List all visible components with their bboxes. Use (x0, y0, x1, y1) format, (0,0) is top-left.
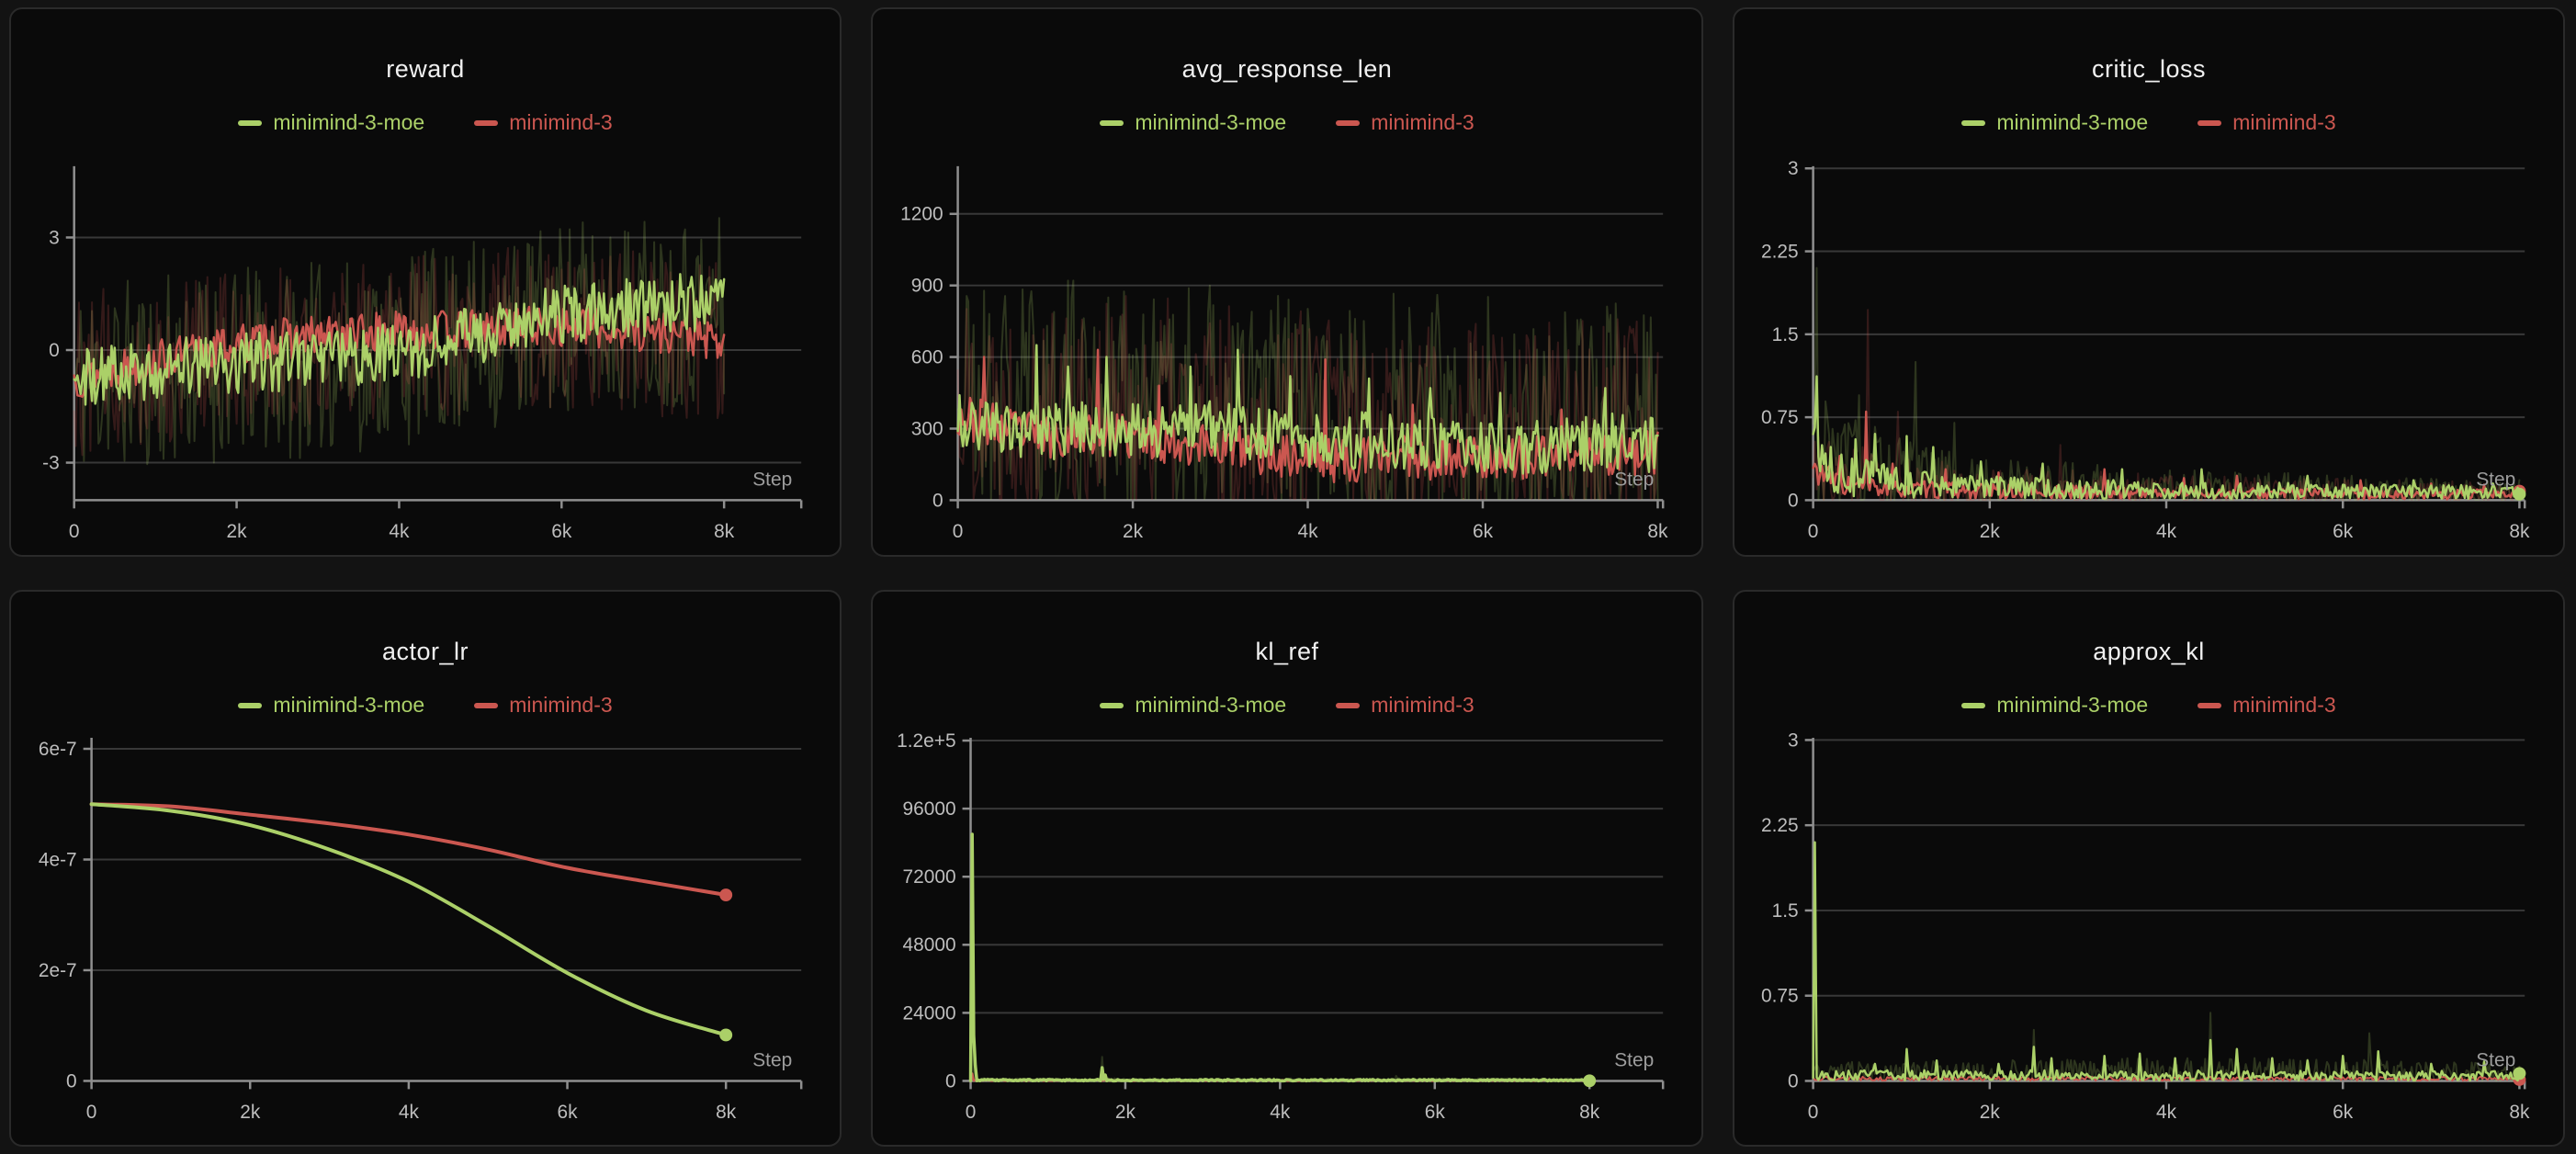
svg-text:0: 0 (49, 340, 60, 361)
svg-text:0.75: 0.75 (1761, 986, 1799, 1007)
svg-text:2.25: 2.25 (1761, 815, 1799, 836)
svg-text:1.5: 1.5 (1772, 900, 1799, 922)
svg-text:0: 0 (66, 1070, 77, 1092)
svg-text:4k: 4k (2156, 521, 2177, 542)
svg-text:4k: 4k (399, 1102, 420, 1123)
svg-text:-3: -3 (42, 453, 60, 474)
svg-text:48000: 48000 (902, 934, 955, 956)
svg-text:0: 0 (966, 1102, 977, 1123)
chart-plot-kl_ref[interactable]: 0 24000 48000 72000 96000 1.2e+5 0 2k 4k 6k 8k Step (873, 592, 1701, 1145)
charts-dashboard-grid: rewardminimind-3-moeminimind-3-30302k4k6… (0, 0, 2576, 1154)
chart-plot-approx_kl[interactable]: 0 0.75 1.5 2.25 3 0 2k 4k 6k 8k Step (1734, 592, 2563, 1145)
svg-text:2.25: 2.25 (1761, 242, 1799, 263)
svg-text:1.5: 1.5 (1772, 324, 1799, 345)
svg-text:0: 0 (86, 1102, 97, 1123)
svg-text:8k: 8k (1579, 1102, 1600, 1123)
svg-text:2k: 2k (240, 1102, 261, 1123)
svg-text:6k: 6k (2333, 1102, 2354, 1123)
svg-text:4k: 4k (1297, 521, 1318, 542)
svg-text:6k: 6k (557, 1102, 578, 1123)
svg-text:8k: 8k (1647, 521, 1668, 542)
svg-text:1200: 1200 (900, 204, 943, 225)
x-axis-label: Step (752, 1050, 792, 1071)
svg-text:2k: 2k (227, 521, 248, 542)
svg-text:300: 300 (911, 418, 943, 439)
svg-text:8k: 8k (2509, 521, 2530, 542)
chart-card-kl_ref: kl_refminimind-3-moeminimind-30240004800… (871, 590, 1703, 1147)
x-axis-label: Step (2476, 470, 2515, 491)
svg-text:6e-7: 6e-7 (39, 739, 77, 760)
svg-text:0: 0 (1808, 1102, 1819, 1123)
svg-text:1.2e+5: 1.2e+5 (897, 730, 956, 752)
svg-text:96000: 96000 (902, 798, 955, 820)
svg-text:6k: 6k (1473, 521, 1494, 542)
svg-text:72000: 72000 (902, 866, 955, 888)
svg-text:2e-7: 2e-7 (39, 960, 77, 981)
svg-text:0.75: 0.75 (1761, 407, 1799, 428)
svg-text:6k: 6k (551, 521, 572, 542)
chart-card-reward: rewardminimind-3-moeminimind-3-30302k4k6… (9, 7, 842, 557)
svg-text:8k: 8k (714, 521, 735, 542)
chart-card-avg_response_len: avg_response_lenminimind-3-moeminimind-3… (871, 7, 1703, 557)
chart-card-critic_loss: critic_lossminimind-3-moeminimind-300.75… (1733, 7, 2565, 557)
chart-plot-actor_lr[interactable]: 0 2e-7 4e-7 6e-7 0 2k 4k 6k 8k Step (11, 592, 840, 1145)
svg-text:3: 3 (1788, 158, 1799, 179)
chart-card-actor_lr: actor_lrminimind-3-moeminimind-302e-74e-… (9, 590, 842, 1147)
svg-text:0: 0 (953, 521, 964, 542)
svg-text:4k: 4k (2156, 1102, 2177, 1123)
svg-text:3: 3 (1788, 730, 1799, 751)
svg-text:0: 0 (69, 521, 80, 542)
svg-text:2k: 2k (1115, 1102, 1136, 1123)
svg-text:3: 3 (49, 227, 60, 248)
svg-text:0: 0 (1808, 521, 1819, 542)
chart-plot-critic_loss[interactable]: 0 0.75 1.5 2.25 3 0 2k 4k 6k 8k Step (1734, 9, 2563, 555)
svg-text:24000: 24000 (902, 1002, 955, 1024)
svg-text:0: 0 (932, 490, 943, 511)
chart-card-approx_kl: approx_klminimind-3-moeminimind-300.751.… (1733, 590, 2565, 1147)
svg-text:4k: 4k (389, 521, 410, 542)
svg-text:4k: 4k (1270, 1102, 1291, 1123)
x-axis-label: Step (1614, 470, 1654, 491)
svg-text:0: 0 (1788, 490, 1799, 511)
svg-text:4e-7: 4e-7 (39, 849, 77, 870)
chart-plot-avg_response_len[interactable]: 0 300 600 900 1200 0 2k 4k 6k 8k Step (873, 9, 1701, 555)
svg-text:900: 900 (911, 276, 943, 297)
chart-plot-reward[interactable]: -3 0 3 0 2k 4k 6k 8k Step (11, 9, 840, 555)
svg-text:8k: 8k (2509, 1102, 2530, 1123)
svg-text:6k: 6k (1425, 1102, 1446, 1123)
svg-text:2k: 2k (1123, 521, 1144, 542)
svg-text:0: 0 (945, 1070, 956, 1092)
x-axis-label: Step (1614, 1050, 1654, 1071)
svg-text:2k: 2k (1980, 521, 2001, 542)
svg-text:2k: 2k (1980, 1102, 2001, 1123)
x-axis-label: Step (2476, 1050, 2515, 1071)
svg-text:8k: 8k (716, 1102, 737, 1123)
svg-text:600: 600 (911, 347, 943, 368)
svg-text:0: 0 (1788, 1070, 1799, 1092)
svg-text:6k: 6k (2333, 521, 2354, 542)
x-axis-label: Step (752, 470, 792, 491)
